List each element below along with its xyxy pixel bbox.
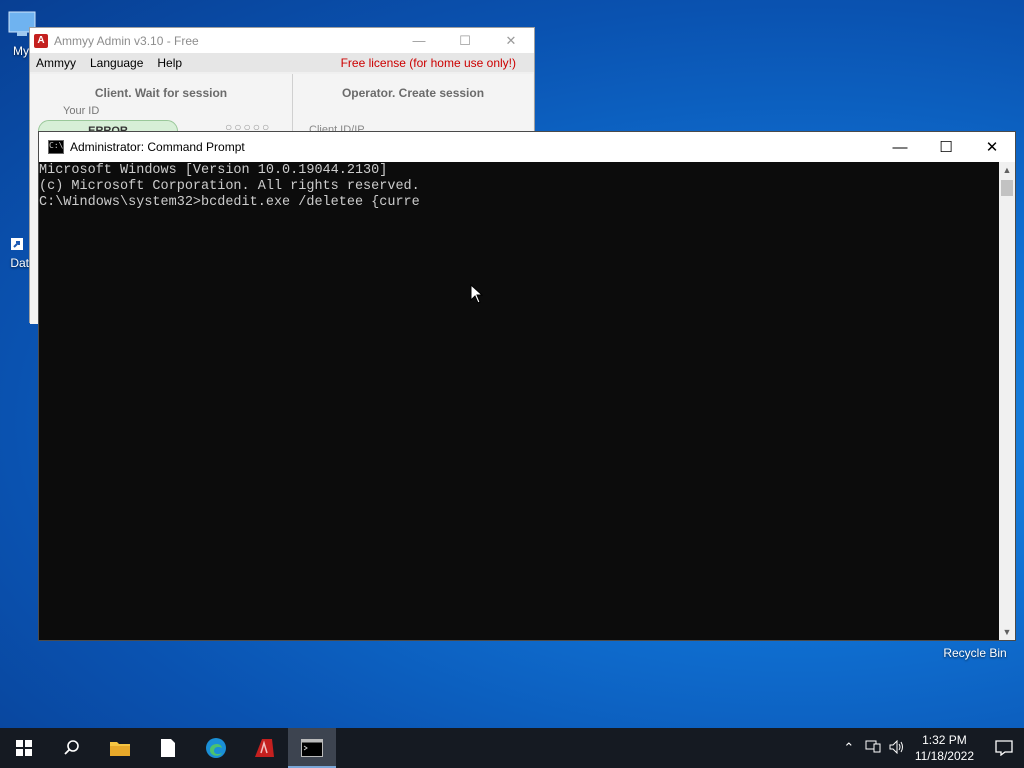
clock-date: 11/18/2022	[914, 749, 974, 763]
taskbar-ammyy[interactable]	[240, 728, 288, 768]
console-line: (c) Microsoft Corporation. All rights re…	[39, 179, 420, 194]
search-button[interactable]	[48, 728, 96, 768]
ammyy-app-icon	[255, 739, 274, 757]
clock[interactable]: 1:32 PM 11/18/2022	[915, 732, 974, 764]
start-button[interactable]	[0, 728, 48, 768]
desktop-icon-label: Recycle Bin	[943, 646, 1007, 660]
taskbar-edge[interactable]	[192, 728, 240, 768]
close-button[interactable]: ✕	[969, 132, 1015, 162]
clock-time: 1:32 PM	[922, 733, 967, 747]
menu-help[interactable]: Help	[157, 56, 182, 70]
volume-icon[interactable]	[885, 739, 909, 757]
folder-icon	[110, 742, 130, 756]
taskbar: ⌃ 1:32 PM 11/18/2022	[0, 728, 1024, 768]
ammyy-app-icon: A	[34, 33, 48, 48]
mouse-pointer-icon	[470, 284, 484, 304]
document-icon	[161, 739, 175, 757]
scroll-up-icon[interactable]: ▲	[999, 162, 1015, 178]
maximize-button[interactable]: ☐	[442, 28, 488, 53]
command-prompt-window[interactable]: C:\ Administrator: Command Prompt — ☐ ✕ …	[38, 131, 1016, 641]
license-notice: Free license (for home use only!)	[340, 55, 516, 70]
network-icon[interactable]	[861, 740, 885, 757]
console-output[interactable]: Microsoft Windows [Version 10.0.19044.21…	[39, 162, 999, 640]
notification-icon	[995, 740, 1013, 756]
chevron-up-icon[interactable]: ⌃	[837, 740, 861, 756]
windows-logo-icon	[16, 740, 32, 756]
scroll-down-icon[interactable]: ▼	[999, 624, 1015, 640]
console-line: Microsoft Windows [Version 10.0.19044.21…	[39, 163, 388, 178]
ammyy-titlebar[interactable]: A Ammyy Admin v3.10 - Free — ☐ ✕	[30, 28, 534, 53]
console-command-line[interactable]: C:\Windows\system32>bcdedit.exe /deletee…	[39, 195, 999, 211]
taskbar-notepad[interactable]	[144, 728, 192, 768]
taskbar-command-prompt[interactable]	[288, 728, 336, 768]
taskbar-file-explorer[interactable]	[96, 728, 144, 768]
shortcut-icon	[11, 238, 23, 250]
ammyy-menubar: Ammyy Language Help Free license (for ho…	[30, 53, 534, 72]
search-icon	[64, 740, 79, 755]
cmd-titlebar[interactable]: C:\ Administrator: Command Prompt — ☐ ✕	[39, 132, 1015, 162]
vertical-scrollbar[interactable]: ▲ ▼	[999, 162, 1015, 640]
maximize-button[interactable]: ☐	[923, 132, 969, 162]
your-id-label: Your ID	[63, 105, 100, 117]
cmd-app-icon: C:\	[48, 140, 64, 154]
minimize-button[interactable]: —	[396, 28, 442, 53]
menu-ammyy[interactable]: Ammyy	[36, 56, 76, 70]
client-pane-title: Client. Wait for session	[94, 86, 228, 100]
close-button[interactable]: ✕	[488, 28, 534, 53]
cmd-icon	[301, 739, 323, 757]
notification-center-button[interactable]	[984, 728, 1024, 768]
system-tray: ⌃ 1:32 PM 11/18/2022	[837, 728, 1024, 768]
minimize-button[interactable]: —	[877, 132, 923, 162]
scrollbar-thumb[interactable]	[1001, 180, 1013, 196]
edge-browser-icon	[206, 738, 226, 758]
operator-pane-title: Operator. Create session	[341, 86, 485, 100]
menu-language[interactable]: Language	[90, 56, 143, 70]
ammyy-window-title: Ammyy Admin v3.10 - Free	[54, 33, 199, 48]
cmd-window-title: Administrator: Command Prompt	[70, 140, 245, 154]
